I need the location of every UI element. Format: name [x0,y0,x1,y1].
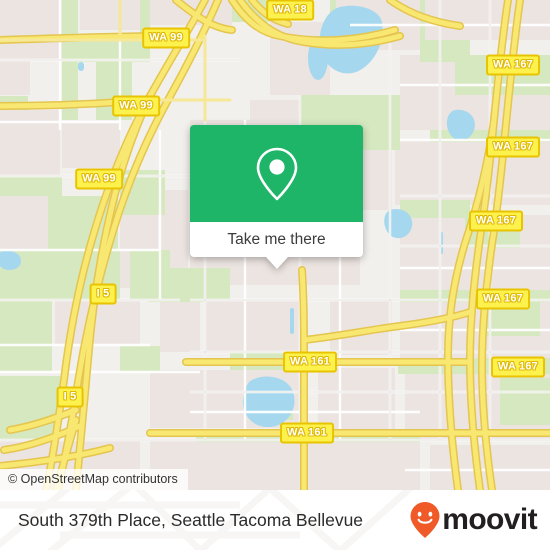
highway-shield: WA 99 [75,168,123,190]
highway-shield: WA 18 [266,0,314,21]
highway-shield: I 5 [56,386,84,408]
popup-pointer-tail [265,257,288,269]
osm-attribution[interactable]: © OpenStreetMap contributors [0,469,188,490]
location-address-label: South 379th Place, Seattle Tacoma Bellev… [18,509,364,530]
moovit-map-screenshot: WA 18 WA 99 WA 99 WA 99 I 5 I 5 WA 161 WA 161 WA… [0,0,550,550]
highway-shield: WA 167 [486,54,540,76]
map-pin-icon [256,147,297,200]
moovit-wordmark: moovit [442,503,537,536]
popup-action-bar[interactable]: Take me there [190,222,363,269]
footer-bar: South 379th Place, Seattle Tacoma Bellev… [0,490,550,550]
take-me-there-label: Take me there [227,230,326,248]
highway-shield: WA 99 [142,27,190,49]
moovit-logo[interactable]: moovit [409,501,538,539]
location-popup-card[interactable]: Take me there [190,125,363,269]
highway-shield: WA 167 [491,356,545,378]
highway-shield: WA 167 [476,288,530,310]
map-canvas[interactable]: WA 18 WA 99 WA 99 WA 99 I 5 I 5 WA 161 WA 161 WA… [0,0,550,490]
highway-shield: WA 167 [486,136,540,158]
moovit-pin-icon [410,502,440,538]
highway-shield: WA 99 [112,95,160,117]
highway-shield: I 5 [89,283,117,305]
highway-shield: WA 167 [469,210,523,232]
highway-shield: WA 161 [280,422,334,444]
popup-image-area [190,125,363,222]
highway-shield: WA 161 [283,351,337,373]
